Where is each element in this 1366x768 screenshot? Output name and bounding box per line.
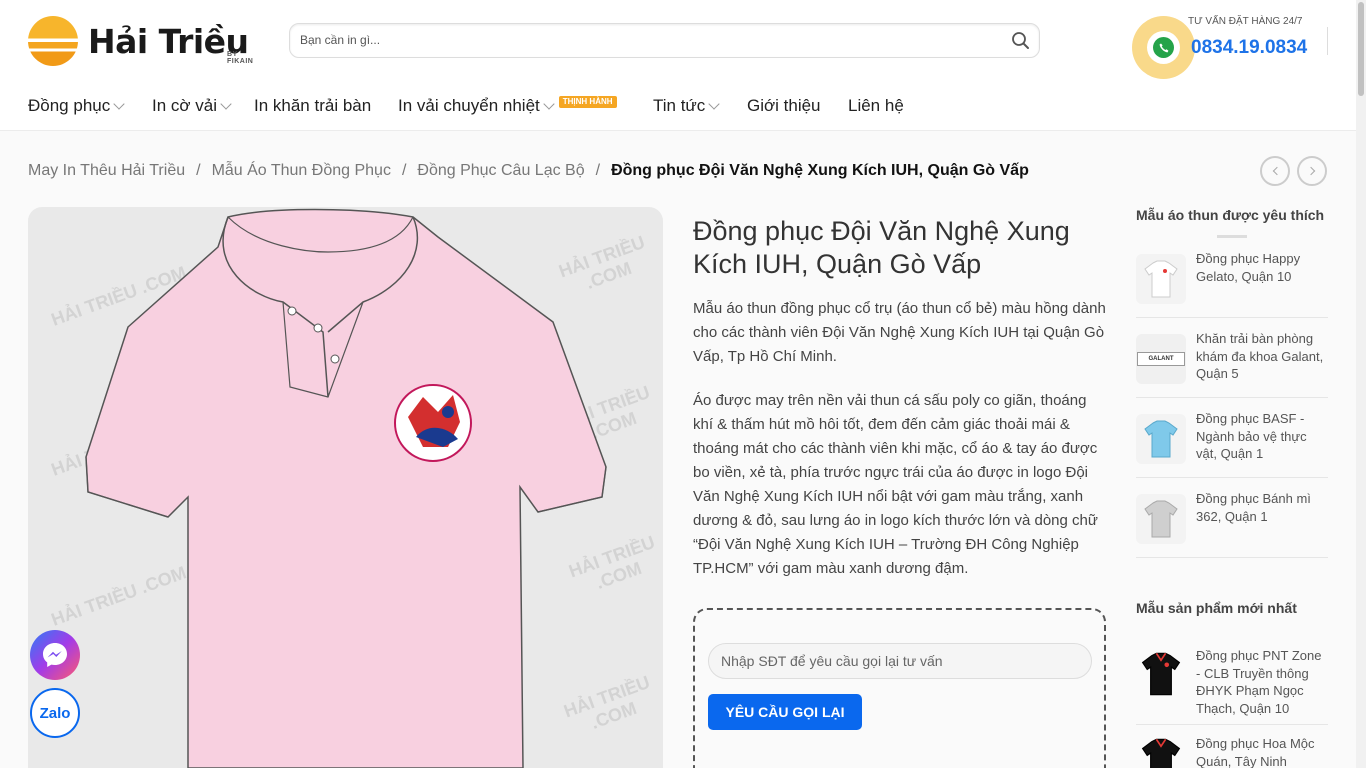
product-thumbnail[interactable]: GALANT: [1136, 334, 1186, 384]
search-input[interactable]: [300, 33, 990, 47]
hotline-phone[interactable]: 0834.19.0834: [1191, 37, 1307, 59]
product-description: Áo được may trên nền vải thun cá sấu pol…: [693, 392, 1098, 577]
galant-tablecloth-thumb: GALANT: [1137, 352, 1185, 366]
search-icon: [1012, 32, 1029, 49]
sidebar-product-item[interactable]: Đồng phục Hoa Mộc Quán, Tây Ninh: [1136, 725, 1328, 768]
sidebar-product-item[interactable]: Đồng phục PNT Zone - CLB Truyền thông ĐH…: [1136, 635, 1328, 725]
hotline-icon-bg: [1132, 16, 1195, 79]
nav-label: Đồng phục: [28, 96, 111, 115]
breadcrumb-separator: /: [196, 162, 201, 179]
logo-subtext: BY FIKAIN: [227, 51, 254, 65]
header: Hải Triều BY FIKAIN TƯ VẤN ĐẶT HÀNG 24/7…: [0, 0, 1356, 82]
chevron-right-icon: [1306, 166, 1315, 176]
chevron-down-icon: [220, 98, 232, 110]
sidebar-product-item[interactable]: Đồng phục Happy Gelato, Quận 10: [1136, 238, 1328, 318]
nav-label: In vải chuyển nhiệt: [398, 96, 540, 115]
breadcrumb-separator: /: [401, 162, 407, 179]
sidebar-title-newest: Mẫu sản phẩm mới nhất: [1136, 600, 1297, 616]
product-title: Đồng phục Đội Văn Nghệ Xung Kích IUH, Qu…: [693, 216, 1070, 279]
breadcrumb: May In Thêu Hải Triều / Mẫu Áo Thun Đồng P…: [28, 162, 1029, 180]
sidebar-product-item[interactable]: GALANT Khăn trải bàn phòng khám đa khoa …: [1136, 318, 1328, 398]
chevron-down-icon: [543, 98, 555, 110]
nav-item-lien-he[interactable]: Liên hệ: [848, 96, 904, 116]
shirt-icon: [1144, 260, 1178, 298]
nav-label: Tin tức: [653, 96, 706, 115]
product-thumbnail[interactable]: [1136, 494, 1186, 544]
trending-badge: THỊNH HÀNH: [558, 96, 617, 108]
product-name-link[interactable]: Đồng phục Bánh mì 362, Quận 1: [1196, 490, 1328, 525]
product-thumbnail[interactable]: [1136, 254, 1186, 304]
product-info: Đồng phục Đội Văn Nghệ Xung Kích IUH, Qu…: [693, 215, 1106, 581]
product-name-link[interactable]: Đồng phục PNT Zone - CLB Truyền thông ĐH…: [1196, 647, 1328, 717]
sidebar-product-item[interactable]: Đồng phục Bánh mì 362, Quận 1: [1136, 478, 1328, 558]
product-name-link[interactable]: Đồng phục BASF - Ngành bảo vệ thực vật, …: [1196, 410, 1328, 463]
main-nav: Đồng phục In cờ vải In khăn trải bàn In …: [0, 82, 1356, 131]
zalo-button[interactable]: Zalo: [30, 688, 80, 738]
search-button[interactable]: [1009, 29, 1033, 53]
product-image[interactable]: HẢI TRIỀU .COM HẢI TRIỀU .COM HẢI TRIỀU …: [28, 207, 663, 768]
messenger-icon: [43, 643, 67, 667]
request-callback-button[interactable]: YÊU CẦU GỌI LẠI: [708, 694, 862, 730]
chevron-down-icon: [113, 98, 125, 110]
shirt-icon: [1144, 500, 1178, 538]
nav-label: Giới thiệu: [747, 96, 821, 115]
zalo-label: Zalo: [39, 704, 71, 722]
callback-form: YÊU CẦU GỌI LẠI: [693, 608, 1106, 768]
nav-label: In cờ vải: [152, 96, 218, 115]
chevron-left-icon: [1272, 166, 1281, 176]
product-name-link[interactable]: Khăn trải bàn phòng khám đa khoa Galant,…: [1196, 330, 1328, 383]
sidebar-product-item[interactable]: Đồng phục BASF - Ngành bảo vệ thực vật, …: [1136, 398, 1328, 478]
search-box: [289, 23, 1040, 58]
breadcrumb-link[interactable]: Đồng Phục Câu Lạc Bộ: [417, 162, 584, 179]
product-description: Mẫu áo thun đồng phục cổ trụ (áo thun cổ…: [693, 300, 1106, 365]
scrollbar-thumb[interactable]: [1358, 2, 1364, 96]
logo-sun-icon: [28, 16, 78, 66]
shirt-icon: [1141, 652, 1181, 696]
polo-shirt-illustration: [85, 208, 607, 768]
header-divider: [1327, 27, 1328, 55]
phone-icon: [1153, 37, 1174, 58]
breadcrumb-link[interactable]: Mẫu Áo Thun Đồng Phục: [212, 162, 391, 179]
nav-item-gioi-thieu[interactable]: Giới thiệu: [747, 96, 821, 116]
nav-item-tin-tuc[interactable]: Tin tức: [653, 96, 720, 116]
sidebar: Mẫu áo thun được yêu thích Đồng phục Hap…: [1136, 207, 1328, 768]
nav-item-dong-phuc[interactable]: Đồng phục: [28, 96, 125, 116]
shirt-icon: [1141, 738, 1181, 768]
nav-item-in-khan-trai-ban[interactable]: In khăn trải bàn: [254, 96, 371, 116]
next-product-button[interactable]: [1297, 156, 1327, 186]
site-logo[interactable]: Hải Triều BY FIKAIN: [28, 16, 254, 66]
breadcrumb-current: Đồng phục Đội Văn Nghệ Xung Kích IUH, Qu…: [611, 162, 1029, 179]
page-scrollbar[interactable]: [1356, 0, 1366, 768]
chevron-down-icon: [708, 98, 720, 110]
product-thumbnail[interactable]: [1136, 735, 1186, 768]
hotline[interactable]: TƯ VẤN ĐẶT HÀNG 24/7 0834.19.0834: [1132, 16, 1332, 80]
hotline-label: TƯ VẤN ĐẶT HÀNG 24/7: [1188, 16, 1303, 27]
product-name-link[interactable]: Đồng phục Hoa Mộc Quán, Tây Ninh: [1196, 735, 1328, 768]
nav-item-in-vai-chuyen-nhiet[interactable]: In vải chuyển nhiệt THỊNH HÀNH: [398, 96, 617, 116]
messenger-button[interactable]: [30, 630, 80, 680]
shirt-icon: [1144, 420, 1178, 458]
nav-label: Liên hệ: [848, 96, 904, 115]
logo-text: Hải Triều: [88, 21, 249, 61]
main-content: May In Thêu Hải Triều / Mẫu Áo Thun Đồng P…: [0, 131, 1356, 768]
nav-item-in-co-vai[interactable]: In cờ vải: [152, 96, 232, 116]
product-name-link[interactable]: Đồng phục Happy Gelato, Quận 10: [1196, 250, 1328, 285]
product-thumbnail[interactable]: [1136, 414, 1186, 464]
sidebar-title-favorites: Mẫu áo thun được yêu thích: [1136, 207, 1325, 223]
phone-number-input[interactable]: [708, 643, 1092, 679]
nav-label: In khăn trải bàn: [254, 96, 372, 115]
breadcrumb-link[interactable]: May In Thêu Hải Triều: [28, 162, 185, 179]
breadcrumb-separator: /: [595, 162, 601, 179]
prev-product-button[interactable]: [1260, 156, 1290, 186]
product-thumbnail[interactable]: [1136, 649, 1186, 699]
